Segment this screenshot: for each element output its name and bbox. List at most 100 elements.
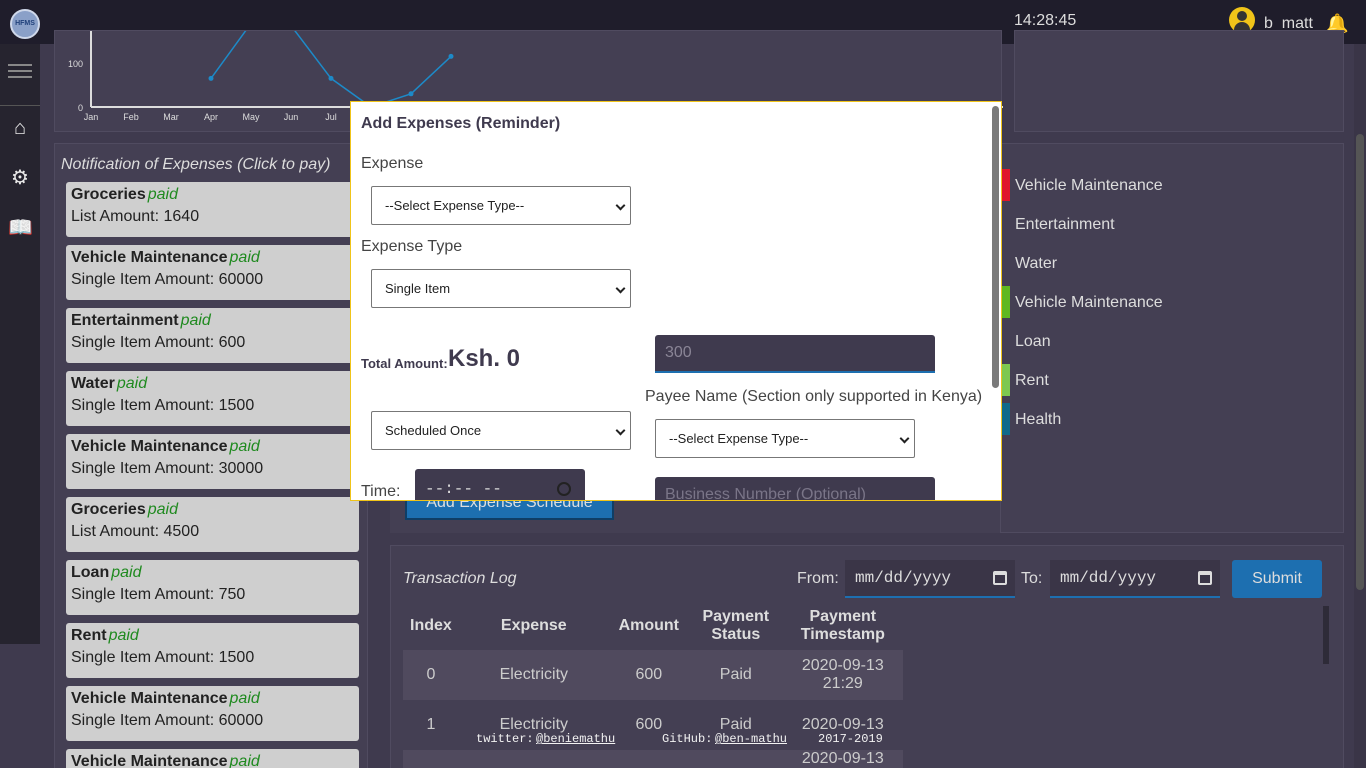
total-amount-label: Total Amount:	[361, 356, 448, 371]
notification-amount: Single Item Amount: 60000	[71, 271, 264, 288]
clock: 14:28:45	[1014, 12, 1077, 29]
submit-button[interactable]: Submit	[1232, 560, 1322, 598]
category-item: Rent	[1001, 364, 1341, 396]
notification-status: paid	[147, 186, 178, 203]
x-tick-label: Apr	[204, 112, 218, 122]
category-color	[1001, 364, 1010, 396]
cell-index: 0	[403, 650, 459, 700]
header-payment-timestamp-line2: Timestamp	[800, 626, 885, 643]
notification-amount: Single Item Amount: 1500	[71, 397, 255, 414]
notification-amount: Single Item Amount: 600	[71, 334, 246, 351]
copyright-year: 2017-2019	[818, 732, 883, 746]
notification-amount: Single Item Amount: 1500	[71, 649, 255, 666]
y-tick-label: 100	[68, 59, 83, 69]
notification-amount: List Amount: 4500	[71, 523, 200, 540]
notification-status: paid	[116, 375, 148, 392]
time-input[interactable]: --:-- --	[415, 469, 585, 500]
header-payment-status: Payment Status	[689, 602, 783, 650]
book-icon[interactable]: 📖	[8, 216, 33, 240]
notification-amount: Single Item Amount: 60000	[71, 712, 264, 729]
to-date-value: mm/dd/yyyy	[1060, 569, 1157, 587]
notification-name: Vehicle Maintenance	[71, 690, 228, 707]
x-tick-label: Jan	[84, 112, 99, 122]
calendar-icon[interactable]	[993, 571, 1007, 585]
app-logo[interactable]: HFMS	[10, 9, 40, 39]
cell-status: Paid	[688, 650, 783, 700]
expense-type-label: Expense Type	[361, 238, 463, 255]
frequency-select[interactable]: Scheduled Once	[371, 411, 631, 450]
category-item: Loan	[1001, 325, 1341, 357]
twitter-link[interactable]: @beniemathu	[536, 732, 615, 746]
data-point	[328, 75, 334, 81]
payee-select[interactable]: --Select Expense Type--	[655, 419, 915, 458]
modal-title: Add Expenses (Reminder)	[361, 115, 561, 132]
x-tick-label: Feb	[123, 112, 139, 122]
category-item: Entertainment	[1001, 208, 1341, 240]
notification-status: paid	[147, 501, 178, 518]
cell-date: 2020-09-13	[801, 750, 884, 767]
github-label: GitHub:	[662, 732, 713, 746]
x-tick-label: Mar	[163, 112, 179, 122]
business-number-input[interactable]: Business Number (Optional)	[655, 477, 935, 500]
gear-icon[interactable]: ⚙	[8, 166, 32, 190]
notification-card[interactable]: Loan paid Single Item Amount: 750	[66, 560, 359, 615]
data-point	[408, 91, 414, 97]
notification-card[interactable]: Water paid Single Item Amount: 1500	[66, 371, 359, 426]
amount-input[interactable]: 300	[655, 335, 935, 373]
cell-amount: 600	[608, 650, 689, 700]
cell-expense: Electricity	[458, 650, 609, 700]
category-item: Water	[1001, 247, 1341, 279]
add-expense-modal: Add Expenses (Reminder) Expense --Select…	[350, 101, 1002, 501]
expense-select[interactable]: --Select Expense Type--	[371, 186, 631, 225]
table-row[interactable]: 0 Electricity 600 Paid 2020-09-13 21:29	[403, 650, 903, 700]
notification-card[interactable]: Vehicle Maintenance paid Single Item Amou…	[66, 245, 359, 300]
notification-card[interactable]: Groceries paid List Amount: 1640	[66, 182, 359, 237]
calendar-icon[interactable]	[1198, 571, 1212, 585]
notification-status: paid	[229, 438, 260, 455]
twitter-label: twitter:	[476, 732, 534, 746]
clock-icon[interactable]	[557, 482, 571, 496]
from-date-value: mm/dd/yyyy	[855, 569, 952, 587]
modal-scrollbar[interactable]	[992, 106, 999, 388]
payee-name-label: Payee Name (Section only supported in Ke…	[645, 388, 983, 405]
category-label: Rent	[1015, 372, 1049, 389]
from-date-input[interactable]: mm/dd/yyyy	[845, 560, 1015, 598]
notification-card[interactable]: Groceries paid List Amount: 4500	[66, 497, 359, 552]
notification-card[interactable]: Entertainment paid Single Item Amount: 60…	[66, 308, 359, 363]
amount-placeholder: 300	[665, 344, 692, 361]
expense-label: Expense	[361, 155, 424, 172]
category-item: Vehicle Maintenance	[1001, 169, 1341, 201]
notification-card[interactable]: Vehicle Maintenance paid Single Item Amou…	[66, 686, 359, 741]
y-tick-label: 0	[78, 103, 83, 113]
notification-card[interactable]: Vehicle Maintenance paid	[66, 749, 359, 768]
notification-card[interactable]: Rent paid Single Item Amount: 1500	[66, 623, 359, 678]
home-icon[interactable]: ⌂	[8, 116, 32, 140]
github-link[interactable]: @ben-mathu	[715, 732, 787, 746]
header-amount: Amount	[618, 617, 680, 634]
table-scrollbar[interactable]	[1323, 606, 1329, 664]
total-amount-value: Ksh. 0	[448, 345, 521, 372]
notification-name: Groceries	[71, 186, 146, 203]
sidebar-divider	[0, 105, 40, 106]
x-tick-label: Jul	[325, 112, 337, 122]
category-item: Vehicle Maintenance	[1001, 286, 1341, 318]
expense-type-select[interactable]: Single Item	[371, 269, 631, 308]
sidebar: ⌂ ⚙ 📖	[0, 44, 40, 644]
notification-name: Entertainment	[71, 312, 179, 329]
notification-card[interactable]: Vehicle Maintenance paid Single Item Amou…	[66, 434, 359, 489]
category-label: Health	[1015, 411, 1062, 428]
notification-name: Loan	[71, 564, 110, 581]
category-label: Vehicle Maintenance	[1015, 177, 1163, 194]
notification-status: paid	[180, 312, 211, 329]
frequency-select-value: Scheduled Once	[385, 423, 482, 438]
notification-status: paid	[229, 753, 260, 768]
cell-time: 21:29	[822, 675, 863, 692]
from-label: From:	[797, 570, 839, 587]
page-scrollbar-thumb[interactable]	[1356, 134, 1364, 590]
to-date-input[interactable]: mm/dd/yyyy	[1050, 560, 1220, 598]
menu-icon[interactable]	[8, 64, 32, 78]
notification-status: paid	[229, 690, 260, 707]
x-tick-label: May	[242, 112, 260, 122]
header-payment-status-line1: Payment	[702, 608, 770, 625]
table-row[interactable]: 2020-09-13	[403, 750, 903, 768]
